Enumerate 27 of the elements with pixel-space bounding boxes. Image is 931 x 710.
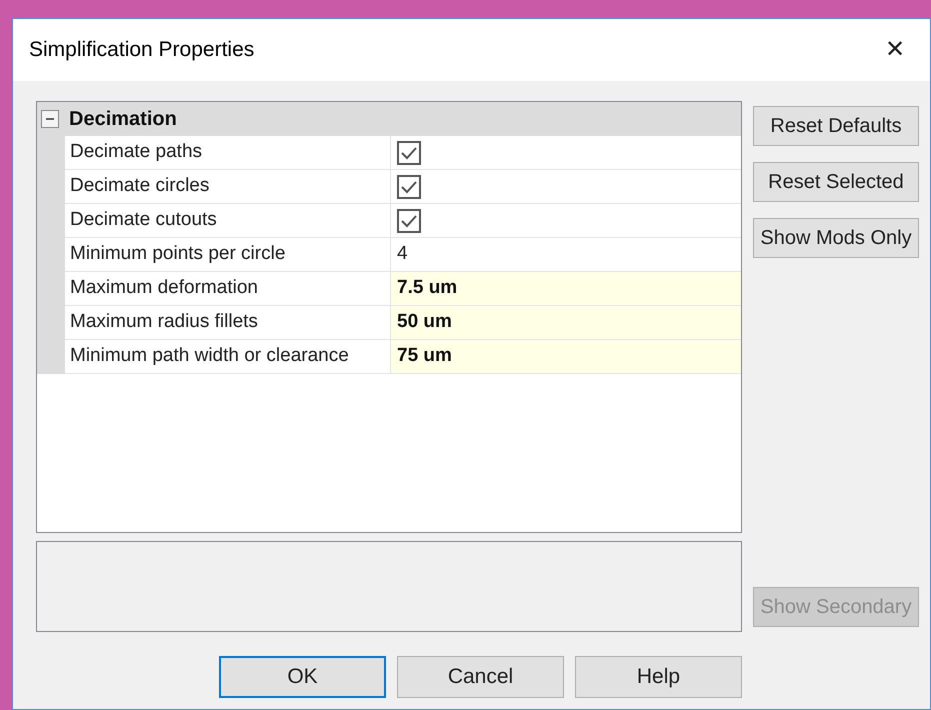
property-label[interactable]: Decimate circles <box>65 170 391 204</box>
close-button[interactable]: ✕ <box>880 35 910 65</box>
collapse-toggle[interactable] <box>41 110 59 128</box>
dialog-button[interactable]: Cancel <box>397 656 564 698</box>
dialog-button[interactable]: OK <box>219 656 386 698</box>
dialog-button[interactable]: Help <box>575 656 742 698</box>
property-label[interactable]: Decimate cutouts <box>65 204 391 238</box>
checkbox[interactable] <box>397 208 421 232</box>
property-label[interactable]: Maximum deformation <box>65 272 391 306</box>
side-button[interactable]: Show Mods Only <box>753 218 919 258</box>
checkmark-icon <box>400 214 418 228</box>
side-button[interactable]: Reset Defaults <box>753 106 919 146</box>
window-title: Simplification Properties <box>29 37 254 64</box>
group-heading: Decimation <box>69 107 177 132</box>
checkmark-icon <box>400 180 418 194</box>
property-label[interactable]: Minimum path width or clearance <box>65 340 391 374</box>
property-value[interactable]: 50 um <box>391 306 741 340</box>
row-gutter <box>37 340 65 374</box>
checkmark-icon <box>400 146 418 160</box>
property-value[interactable]: 7.5 um <box>391 272 741 306</box>
checkbox[interactable] <box>397 140 421 164</box>
property-label[interactable]: Decimate paths <box>65 136 391 170</box>
property-label[interactable]: Minimum points per circle <box>65 238 391 272</box>
property-label[interactable]: Maximum radius fillets <box>65 306 391 340</box>
side-button[interactable]: Reset Selected <box>753 162 919 202</box>
checkbox[interactable] <box>397 174 421 198</box>
property-value[interactable]: 75 um <box>391 340 741 374</box>
